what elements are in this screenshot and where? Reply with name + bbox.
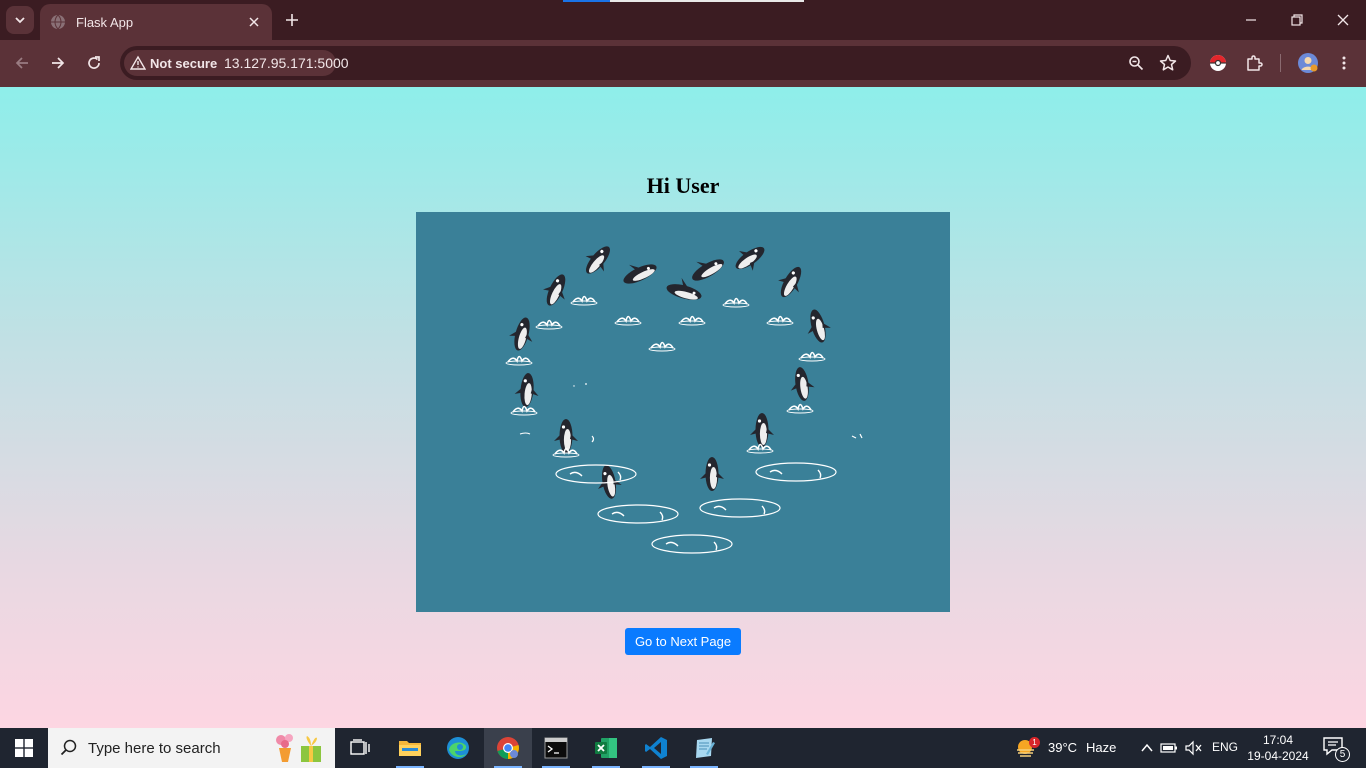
browser-titlebar: Flask App bbox=[0, 0, 1366, 40]
vscode-button[interactable] bbox=[632, 728, 680, 768]
restore-button[interactable] bbox=[1274, 0, 1320, 40]
notepad-icon bbox=[696, 738, 715, 758]
forward-button[interactable] bbox=[44, 49, 72, 77]
new-tab-button[interactable] bbox=[280, 8, 304, 32]
tab-title: Flask App bbox=[76, 14, 134, 30]
pokeball-extension-icon[interactable] bbox=[1206, 51, 1230, 75]
chrome-button[interactable] bbox=[484, 728, 532, 768]
vscode-icon bbox=[645, 737, 667, 759]
more-menu-icon[interactable] bbox=[1332, 51, 1356, 75]
plus-icon bbox=[286, 14, 298, 26]
arrow-right-icon bbox=[52, 57, 65, 69]
terminal-button[interactable] bbox=[532, 728, 580, 768]
search-placeholder: Type here to search bbox=[88, 739, 221, 757]
weather-condition[interactable]: Haze bbox=[1086, 740, 1116, 755]
url-text[interactable]: 13.127.95.171:5000 bbox=[224, 55, 349, 71]
page-title: Hi User bbox=[646, 173, 720, 198]
globe-icon bbox=[50, 14, 66, 30]
weather-alert-badge: 1 bbox=[1029, 737, 1040, 748]
back-button[interactable] bbox=[8, 49, 36, 77]
system-clock[interactable]: 17:04 19-04-2024 bbox=[1240, 732, 1316, 764]
weather-temperature[interactable]: 39°C bbox=[1048, 740, 1077, 755]
terminal-icon bbox=[544, 737, 568, 759]
extensions-puzzle-icon[interactable] bbox=[1242, 51, 1266, 75]
reload-button[interactable] bbox=[80, 49, 108, 77]
task-view-button[interactable] bbox=[336, 728, 384, 768]
security-label: Not secure bbox=[150, 55, 218, 71]
profile-avatar[interactable] bbox=[1296, 51, 1320, 75]
clock-time: 17:04 bbox=[1262, 733, 1294, 747]
close-window-button[interactable] bbox=[1320, 0, 1366, 40]
task-view-icon bbox=[350, 739, 370, 755]
excel-icon bbox=[595, 738, 617, 758]
warning-triangle-icon bbox=[130, 55, 146, 71]
notification-center-button[interactable]: 5 bbox=[1322, 736, 1350, 762]
chrome-icon bbox=[497, 737, 519, 759]
loading-strip bbox=[563, 0, 804, 2]
tab-search-button[interactable] bbox=[6, 6, 34, 34]
bookmark-star-icon[interactable] bbox=[1156, 51, 1180, 75]
hero-image bbox=[416, 212, 950, 612]
input-language[interactable]: ENG bbox=[1212, 740, 1238, 754]
zoom-icon[interactable] bbox=[1124, 51, 1148, 75]
minimize-button[interactable] bbox=[1228, 0, 1274, 40]
excel-button[interactable] bbox=[582, 728, 630, 768]
minimize-icon bbox=[1246, 19, 1256, 21]
next-page-button[interactable]: Go to Next Page bbox=[625, 628, 741, 655]
windows-logo-icon bbox=[15, 739, 33, 757]
file-explorer-button[interactable] bbox=[386, 728, 434, 768]
chevron-down-icon bbox=[15, 17, 25, 24]
show-hidden-icons-chevron-up-icon[interactable] bbox=[1138, 739, 1156, 757]
notification-count: 5 bbox=[1335, 747, 1350, 762]
arrow-left-icon bbox=[15, 57, 28, 69]
notepad-button[interactable] bbox=[680, 728, 728, 768]
edge-icon bbox=[447, 737, 469, 759]
page-viewport: Hi User Go to Next Page bbox=[0, 87, 1366, 728]
clock-date: 19-04-2024 bbox=[1247, 749, 1309, 763]
tab-flask-app[interactable]: Flask App bbox=[40, 4, 272, 40]
browser-toolbar: Not secure 13.127.95.171:5000 bbox=[0, 40, 1366, 87]
start-button[interactable] bbox=[0, 728, 48, 768]
close-tab-icon[interactable] bbox=[246, 14, 262, 30]
reload-icon bbox=[88, 56, 100, 69]
folder-icon bbox=[399, 741, 421, 756]
close-icon bbox=[1337, 14, 1349, 26]
address-bar[interactable]: Not secure 13.127.95.171:5000 bbox=[120, 46, 1191, 80]
flowers-gift-icon bbox=[276, 734, 321, 762]
restore-icon bbox=[1291, 14, 1303, 26]
volume-muted-icon[interactable] bbox=[1184, 739, 1202, 757]
windows-taskbar: Type here to search 1 39°C Haze ENG 17:0… bbox=[0, 728, 1366, 768]
orca-heart-illustration bbox=[505, 238, 863, 554]
taskbar-search[interactable]: Type here to search bbox=[48, 728, 335, 768]
edge-button[interactable] bbox=[434, 728, 482, 768]
search-icon bbox=[60, 739, 77, 756]
battery-icon[interactable] bbox=[1160, 739, 1178, 757]
toolbar-separator bbox=[1280, 54, 1281, 72]
